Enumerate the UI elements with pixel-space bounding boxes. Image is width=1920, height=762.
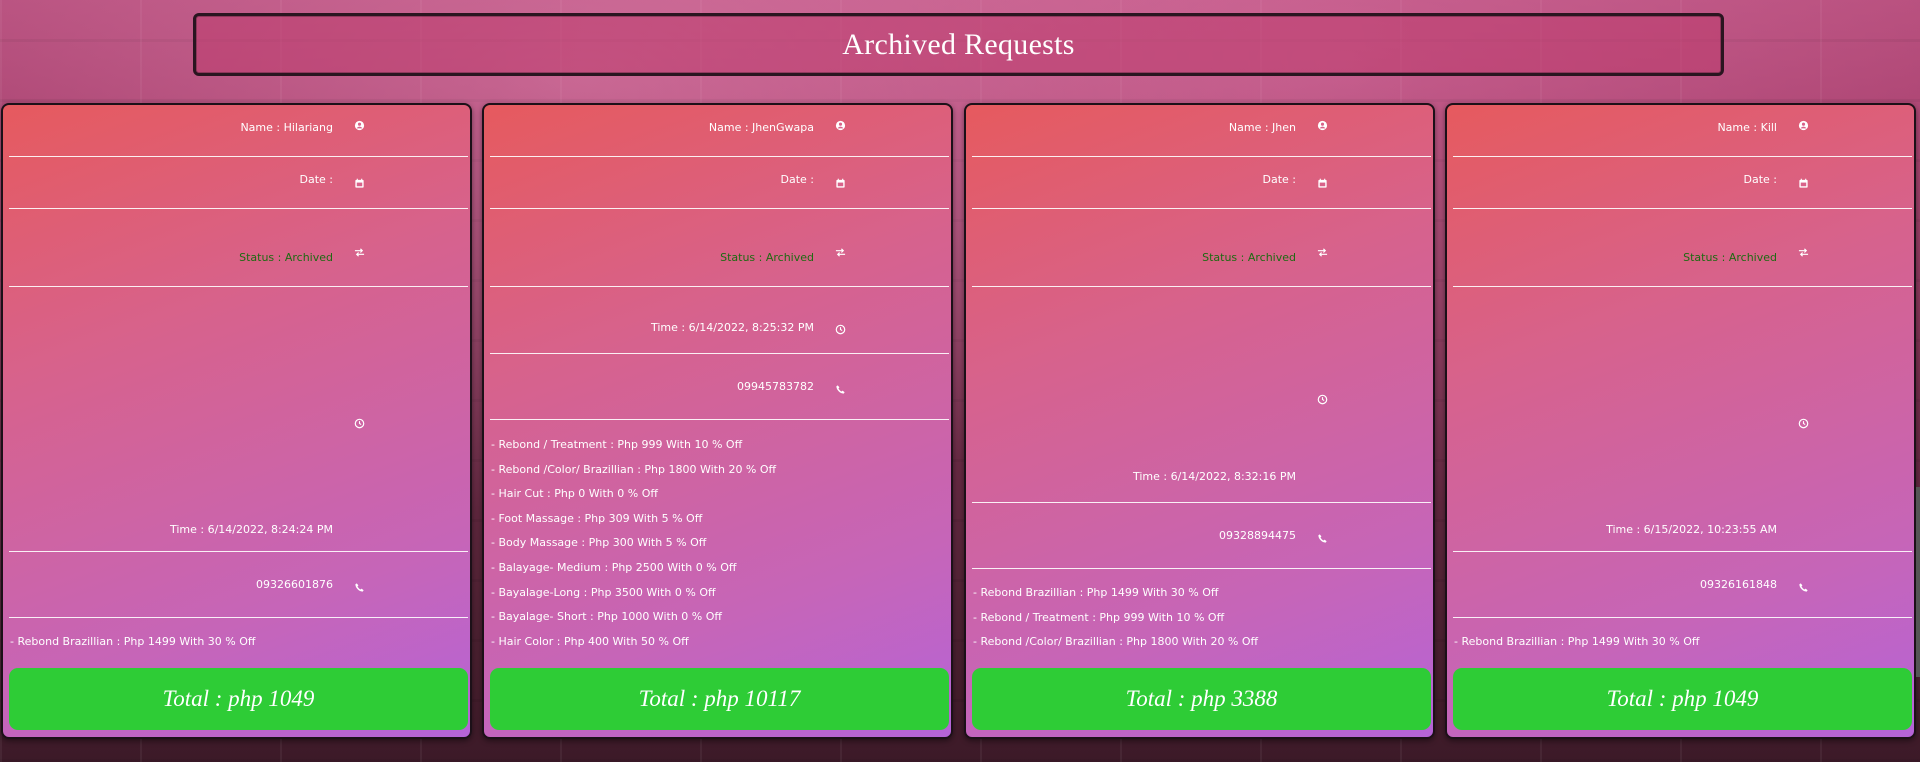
calendar-icon — [835, 178, 846, 189]
status-row: Status : Archived — [972, 209, 1431, 287]
swap-arrows-icon — [354, 247, 365, 258]
page-title: Archived Requests — [842, 27, 1075, 61]
account-circle-icon — [835, 120, 846, 131]
phone-icon — [1317, 533, 1328, 544]
time-row: Time : 6/14/2022, 8:24:24 PM — [9, 287, 468, 552]
account-circle-icon — [1317, 120, 1328, 131]
date-row: Date : — [9, 157, 468, 209]
request-date: Date : — [1262, 173, 1297, 186]
phone-number: 09945783782 — [737, 380, 814, 393]
customer-name: Name : JhenGwapa — [708, 121, 814, 134]
services-list: - Rebond / Treatment : Php 999 With 10 %… — [491, 433, 951, 654]
service-item: - Rebond /Color/ Brazillian : Php 1800 W… — [491, 462, 777, 476]
time-row: Time : 6/14/2022, 8:25:32 PM — [490, 287, 949, 354]
calendar-icon — [354, 178, 365, 189]
name-row: Name : JhenGwapa — [490, 105, 949, 157]
phone-number: 09326601876 — [256, 578, 333, 591]
clock-icon — [354, 418, 365, 429]
request-date: Date : — [1743, 173, 1778, 186]
swap-arrows-icon — [1317, 247, 1328, 258]
date-row: Date : — [1453, 157, 1912, 209]
account-circle-icon — [1798, 120, 1809, 131]
request-time: Time : 6/14/2022, 8:24:24 PM — [169, 523, 333, 536]
time-row: Time : 6/15/2022, 10:23:55 AM — [1453, 287, 1912, 552]
service-item: - Rebond Brazillian : Php 1499 With 30 %… — [1454, 635, 1700, 648]
status-row: Status : Archived — [490, 209, 949, 287]
request-card: Name : Jhen Date : Status : Archived Tim… — [964, 103, 1435, 739]
date-row: Date : — [972, 157, 1431, 209]
services-list: - Rebond Brazillian : Php 1499 With 30 %… — [10, 630, 470, 655]
request-status: Status : Archived — [1683, 251, 1777, 264]
customer-name: Name : Jhen — [1228, 121, 1296, 134]
service-item: - Hair Color : Php 400 With 50 % Off — [491, 634, 689, 648]
swap-arrows-icon — [835, 247, 846, 258]
request-status: Status : Archived — [239, 251, 333, 264]
service-item: - Rebond / Treatment : Php 999 With 10 %… — [973, 610, 1225, 624]
total-button[interactable]: Total : php 3388 — [972, 668, 1431, 730]
request-time: Time : 6/14/2022, 8:32:16 PM — [1132, 470, 1296, 483]
request-card: Name : Hilariang Date : Status : Archive… — [1, 103, 472, 739]
phone-number: 09326161848 — [1700, 578, 1777, 591]
phone-icon — [1798, 582, 1809, 593]
name-row: Name : Jhen — [972, 105, 1431, 157]
customer-name: Name : Kill — [1717, 121, 1777, 134]
phone-row: 09328894475 — [972, 503, 1431, 569]
service-item: - Rebond Brazillian : Php 1499 With 30 %… — [973, 586, 1219, 599]
clock-icon — [835, 324, 846, 335]
service-item: - Bayalage- Short : Php 1000 With 0 % Of… — [491, 610, 722, 624]
service-item: - Rebond /Color/ Brazillian : Php 1800 W… — [973, 635, 1259, 649]
phone-row: 09945783782 — [490, 354, 949, 420]
calendar-icon — [1798, 178, 1809, 189]
status-row: Status : Archived — [9, 209, 468, 287]
service-item: - Rebond / Treatment : Php 999 With 10 %… — [491, 438, 743, 451]
request-status: Status : Archived — [1202, 251, 1296, 264]
phone-row: 09326601876 — [9, 552, 468, 618]
request-time: Time : 6/15/2022, 10:23:55 AM — [1606, 523, 1777, 536]
phone-row: 09326161848 — [1453, 552, 1912, 618]
account-circle-icon — [354, 120, 365, 131]
services-list: - Rebond Brazillian : Php 1499 With 30 %… — [973, 581, 1433, 655]
service-item: - Rebond Brazillian : Php 1499 With 30 %… — [10, 635, 256, 648]
vertical-scrollbar[interactable] — [1916, 487, 1920, 677]
name-row: Name : Kill — [1453, 105, 1912, 157]
total-button[interactable]: Total : php 10117 — [490, 668, 949, 730]
time-row: Time : 6/14/2022, 8:32:16 PM — [972, 287, 1431, 503]
phone-icon — [835, 384, 846, 395]
swap-arrows-icon — [1798, 247, 1809, 258]
status-row: Status : Archived — [1453, 209, 1912, 287]
request-time: Time : 6/14/2022, 8:25:32 PM — [650, 321, 814, 334]
name-row: Name : Hilariang — [9, 105, 468, 157]
calendar-icon — [1317, 178, 1328, 189]
total-button[interactable]: Total : php 1049 — [1453, 668, 1912, 730]
date-row: Date : — [490, 157, 949, 209]
customer-name: Name : Hilariang — [240, 121, 333, 134]
request-date: Date : — [299, 173, 334, 186]
clock-icon — [1317, 394, 1328, 405]
services-list: - Rebond Brazillian : Php 1499 With 30 %… — [1454, 630, 1914, 655]
service-item: - Body Massage : Php 300 With 5 % Off — [491, 536, 707, 550]
request-status: Status : Archived — [720, 251, 814, 264]
service-item: - Bayalage-Long : Php 3500 With 0 % Off — [491, 585, 716, 599]
service-item: - Balayage- Medium : Php 2500 With 0 % O… — [491, 560, 737, 574]
phone-number: 09328894475 — [1219, 529, 1296, 542]
phone-icon — [354, 582, 365, 593]
request-card: Name : JhenGwapa Date : Status : Archive… — [482, 103, 953, 739]
request-date: Date : — [780, 173, 815, 186]
total-button[interactable]: Total : php 1049 — [9, 668, 468, 730]
archived-requests-list: Name : Hilariang Date : Status : Archive… — [0, 103, 1920, 740]
service-item: - Foot Massage : Php 309 With 5 % Off — [491, 511, 703, 525]
clock-icon — [1798, 418, 1809, 429]
service-item: - Hair Cut : Php 0 With 0 % Off — [491, 487, 658, 501]
request-card: Name : Kill Date : Status : Archived Tim… — [1445, 103, 1916, 739]
page-header: Archived Requests — [193, 13, 1724, 76]
